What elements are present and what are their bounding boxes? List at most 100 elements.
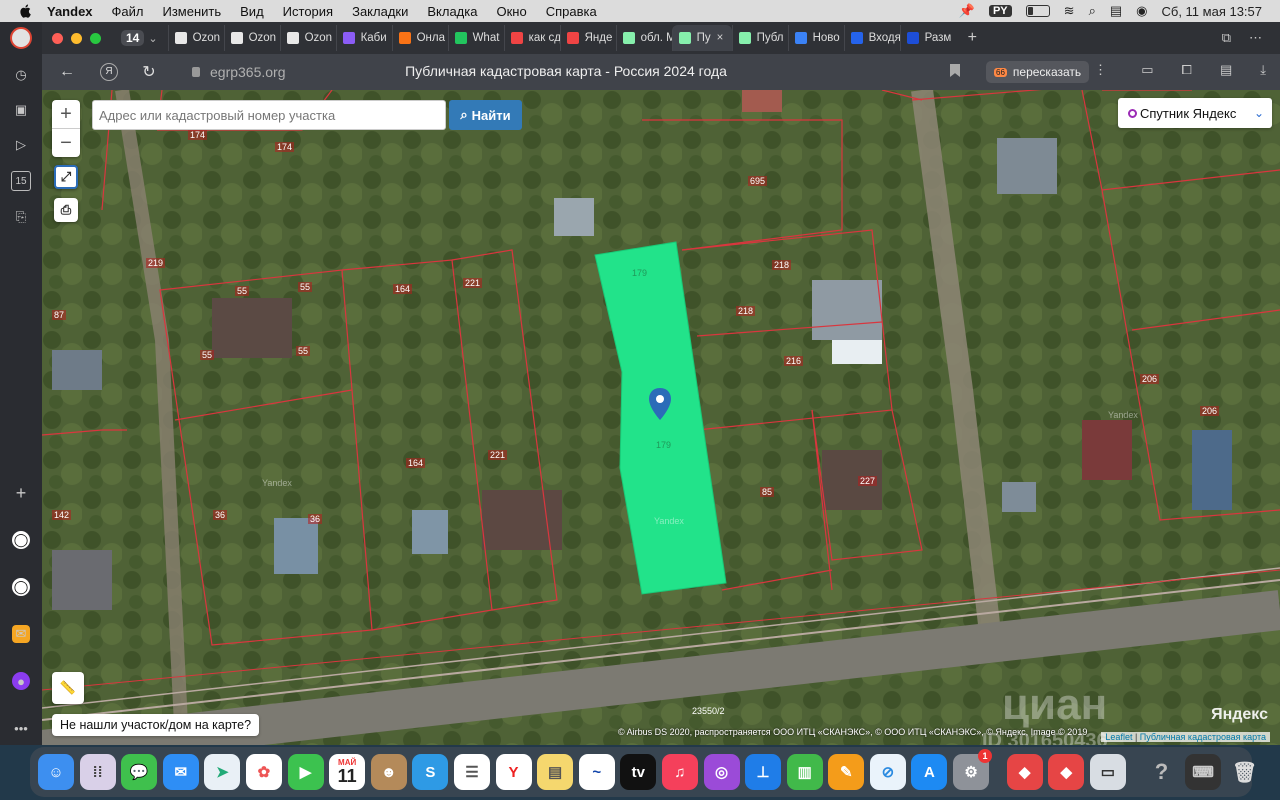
messages-icon[interactable]: 💬: [121, 754, 158, 790]
tab[interactable]: Каби: [335, 25, 392, 51]
tab[interactable]: Янде: [559, 25, 616, 51]
tab[interactable]: как сд: [503, 25, 560, 51]
not-found-link[interactable]: Не нашли участок/дом на карте?: [52, 714, 260, 736]
pin-icon[interactable]: 📌: [959, 3, 975, 19]
service-icon-2[interactable]: ◯: [12, 578, 30, 596]
search-icon[interactable]: ⌕: [1089, 3, 1096, 19]
leaflet-link[interactable]: Leaflet: [1105, 732, 1132, 742]
apple-icon[interactable]: [17, 4, 33, 18]
skype-icon[interactable]: S: [412, 754, 449, 790]
safari-icon[interactable]: ⊘: [869, 754, 906, 790]
siri-icon[interactable]: ◉: [1136, 3, 1147, 19]
anydesk-icon[interactable]: ◆: [1006, 754, 1043, 790]
mail-icon[interactable]: ✉: [12, 625, 30, 643]
battery-saver-icon[interactable]: ▭: [1141, 62, 1153, 78]
numbers-icon[interactable]: ▥: [786, 754, 823, 790]
ruler-button[interactable]: 📏: [52, 672, 84, 704]
menu-help[interactable]: Справка: [546, 4, 597, 19]
control-center-icon[interactable]: ▤: [1110, 3, 1122, 19]
chevron-down-icon[interactable]: ⌄: [148, 32, 157, 45]
more-icon[interactable]: •••: [12, 719, 30, 737]
extensions-icon[interactable]: ⧠: [1182, 62, 1192, 78]
zoom-in-button[interactable]: +: [52, 100, 80, 128]
zoom-out-button[interactable]: −: [52, 128, 80, 157]
fullscreen-button[interactable]: ⤢: [54, 165, 78, 189]
find-button[interactable]: ⌕ Найти: [449, 100, 522, 130]
history-icon[interactable]: ◷: [12, 66, 30, 84]
menu-history[interactable]: История: [283, 4, 333, 19]
tab[interactable]: Разм: [899, 25, 956, 51]
photos-icon[interactable]: ✿: [245, 754, 282, 790]
input-source-badge[interactable]: PY: [988, 5, 1012, 17]
launchpad-icon[interactable]: ⁞⁞: [79, 754, 116, 790]
menu-bookmarks[interactable]: Закладки: [352, 4, 408, 19]
downloads-pdf-icon[interactable]: ▤: [1220, 62, 1232, 78]
tab[interactable]: Ozon: [167, 25, 224, 51]
mail-icon[interactable]: ✉: [162, 754, 199, 790]
apple-tv-icon[interactable]: tv: [620, 754, 657, 790]
cadastral-search-input[interactable]: [92, 100, 446, 130]
add-panel-icon[interactable]: +: [12, 483, 30, 503]
notes-icon[interactable]: ▤: [537, 754, 574, 790]
layer-select[interactable]: Спутник Яндекс ⌄: [1118, 98, 1272, 128]
print-button[interactable]: ⎙: [54, 198, 78, 222]
tab[interactable]: обл. М: [615, 25, 672, 51]
reminders-icon[interactable]: ☰: [453, 754, 490, 790]
zoom-window-button[interactable]: [90, 32, 101, 44]
menubar-clock[interactable]: Сб, 11 мая 13:57: [1161, 4, 1262, 19]
music-icon[interactable]: ♫: [661, 754, 698, 790]
cadastral-map[interactable]: 174 174 695 218 218 216 55 55 55 55 164 …: [42, 90, 1280, 745]
retell-button[interactable]: 66 пересказать: [986, 61, 1090, 83]
tabs-view-icon[interactable]: ⧉: [1222, 30, 1231, 46]
tab[interactable]: Публ: [731, 25, 788, 51]
tab[interactable]: Ново: [787, 25, 844, 51]
more-options-icon[interactable]: ⋯: [1249, 30, 1262, 46]
system-settings-icon[interactable]: ⚙ 1: [953, 749, 993, 790]
keynote-icon[interactable]: ⊥: [745, 754, 782, 790]
tab[interactable]: Ozon: [223, 25, 280, 51]
menu-window[interactable]: Окно: [496, 4, 526, 19]
menu-edit[interactable]: Изменить: [163, 4, 222, 19]
cadastral-map-link[interactable]: Публичная кадастровая карта: [1140, 732, 1266, 742]
freeform-icon[interactable]: ~: [578, 754, 615, 790]
tab-count-badge[interactable]: 14: [121, 30, 145, 46]
podcasts-icon[interactable]: ◎: [703, 754, 740, 790]
menu-app-yandex[interactable]: Yandex: [47, 4, 93, 19]
new-tab-button[interactable]: +: [968, 29, 977, 47]
download-icon[interactable]: ⤓: [1260, 62, 1266, 78]
preview-icon[interactable]: ▭: [1089, 754, 1126, 790]
collections-icon[interactable]: ▣: [12, 101, 30, 119]
play-icon[interactable]: ▷: [12, 136, 30, 154]
help-icon[interactable]: ?: [1143, 754, 1179, 790]
calendar-icon[interactable]: МАЙ 11: [329, 754, 366, 790]
menu-view[interactable]: Вид: [240, 4, 264, 19]
menu-tab[interactable]: Вкладка: [427, 4, 477, 19]
tab-active[interactable]: Пу ×: [671, 25, 732, 51]
tab[interactable]: Ozon: [279, 25, 336, 51]
anydesk-icon[interactable]: ◆: [1048, 754, 1085, 790]
wifi-icon[interactable]: ≋: [1064, 3, 1075, 19]
screenshot-icon[interactable]: ⎘: [12, 208, 30, 226]
yandex-browser-icon[interactable]: Y: [495, 754, 532, 790]
service-icon-1[interactable]: ◯: [12, 531, 30, 549]
trash-icon[interactable]: 🗑: [1227, 754, 1263, 790]
pages-icon[interactable]: ✎: [828, 754, 865, 790]
tab[interactable]: What: [447, 25, 504, 51]
app-store-icon[interactable]: A: [911, 754, 948, 790]
tab[interactable]: Входя: [843, 25, 900, 51]
kebab-menu-icon[interactable]: ⋮: [1094, 62, 1107, 78]
close-window-button[interactable]: [52, 32, 63, 44]
finder-icon[interactable]: ☺: [38, 754, 74, 790]
contacts-icon[interactable]: ☻: [370, 754, 407, 790]
tab[interactable]: Онла: [391, 25, 448, 51]
close-tab-icon[interactable]: ×: [717, 32, 724, 44]
minimize-window-button[interactable]: [71, 32, 82, 44]
maps-icon[interactable]: ➤: [204, 754, 241, 790]
calendar-15-icon[interactable]: 15: [11, 171, 31, 191]
battery-icon[interactable]: [1025, 5, 1050, 17]
alice-icon[interactable]: ●: [12, 672, 30, 690]
profile-avatar[interactable]: [10, 27, 32, 49]
menu-file[interactable]: Файл: [112, 4, 144, 19]
facetime-icon[interactable]: ▶: [287, 754, 324, 790]
keyboard-icon[interactable]: ⌨: [1185, 754, 1222, 790]
